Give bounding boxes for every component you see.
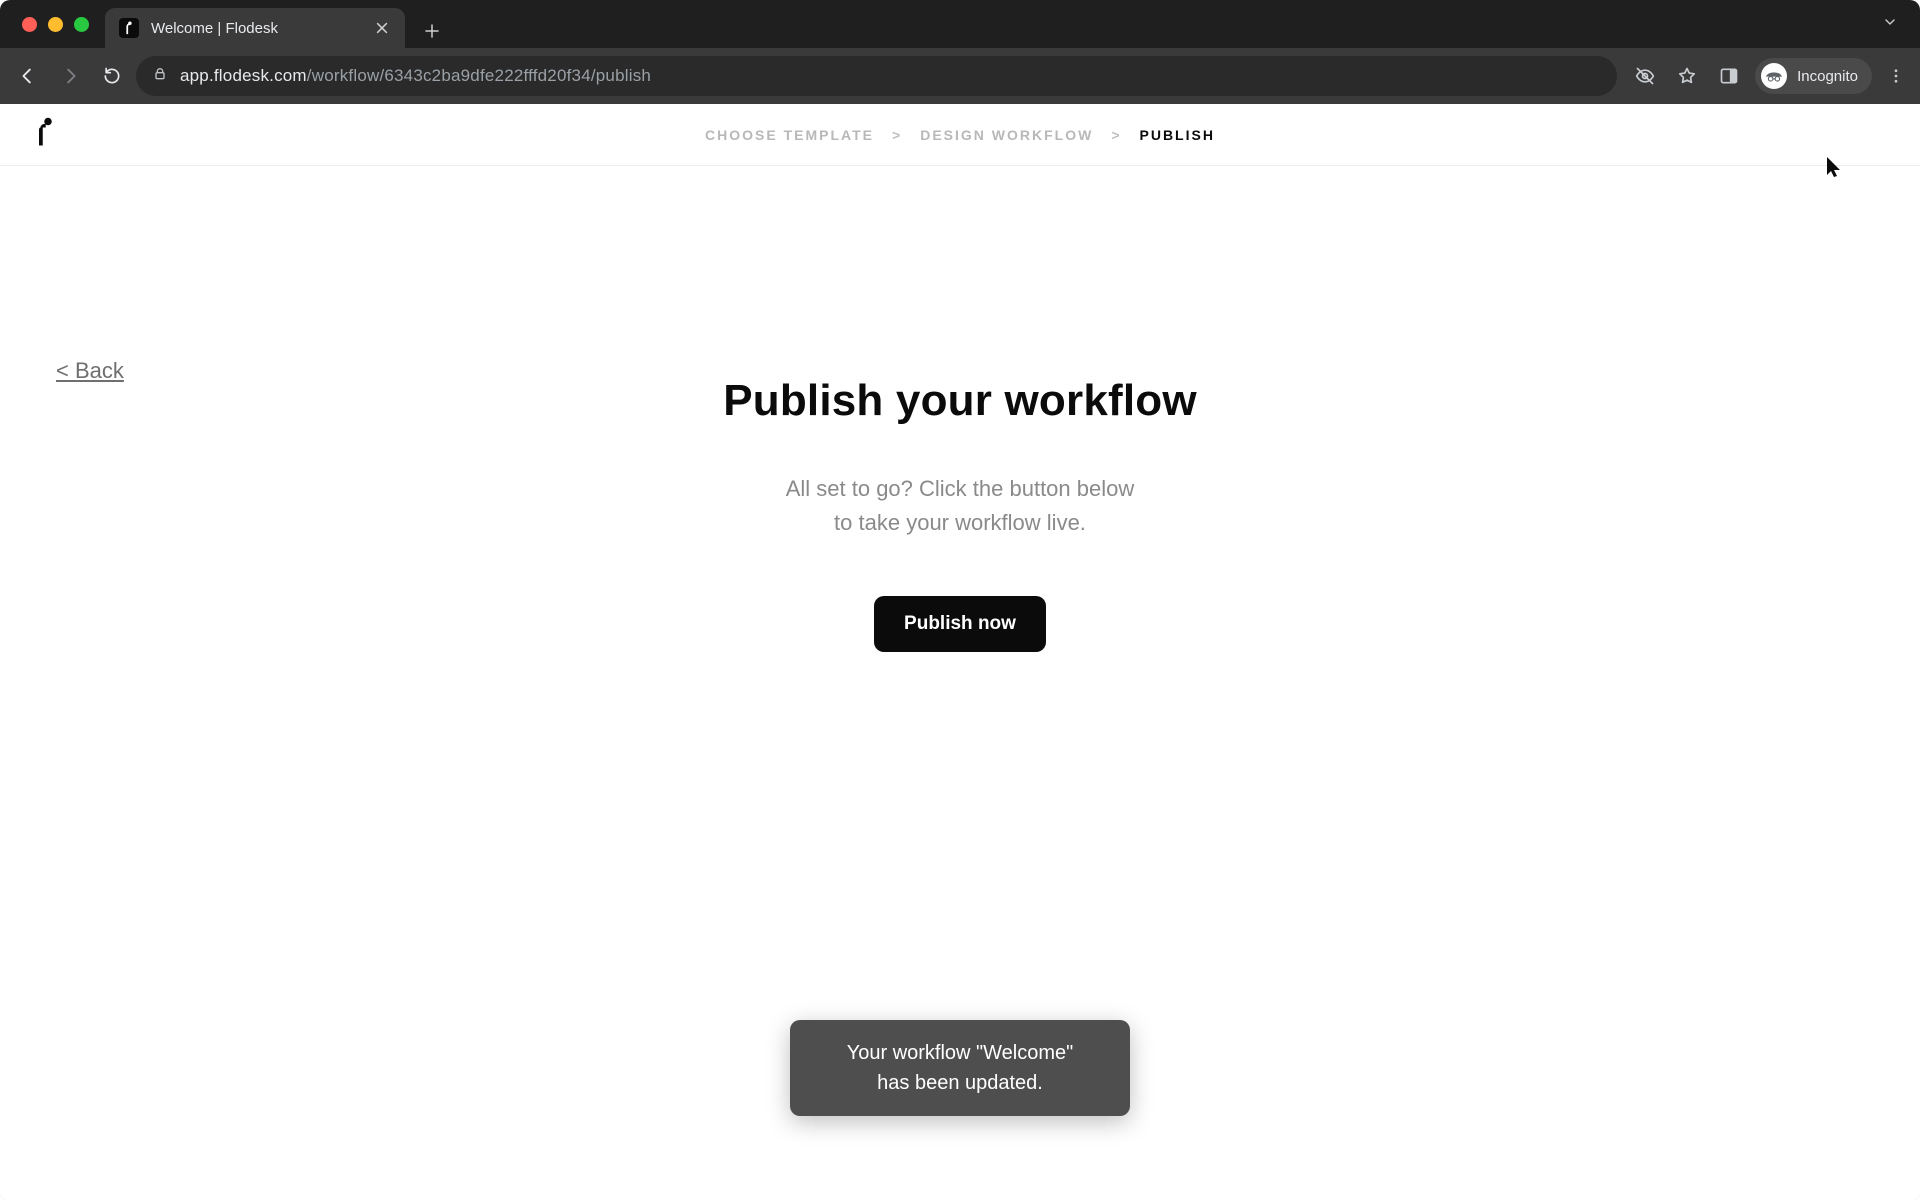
reload-icon	[102, 66, 122, 86]
star-icon	[1677, 66, 1697, 86]
kebab-icon	[1887, 67, 1905, 85]
brand-logo[interactable]	[36, 116, 54, 153]
new-tab-button[interactable]	[415, 14, 449, 48]
incognito-label: Incognito	[1797, 68, 1858, 85]
publish-now-button[interactable]: Publish now	[874, 596, 1046, 652]
toast: Your workflow "Welcome" has been updated…	[790, 1020, 1130, 1116]
tabs: Welcome | Flodesk	[105, 0, 1882, 48]
step-publish[interactable]: PUBLISH	[1140, 127, 1215, 143]
browser-menu-button[interactable]	[1882, 58, 1910, 94]
browser-tab[interactable]: Welcome | Flodesk	[105, 8, 405, 48]
tab-title: Welcome | Flodesk	[151, 20, 361, 37]
page-subtitle: All set to go? Click the button below to…	[723, 472, 1197, 540]
eye-off-icon	[1635, 66, 1655, 86]
address-url: app.flodesk.com/workflow/6343c2ba9dfe222…	[180, 66, 651, 86]
tab-close-button[interactable]	[373, 19, 391, 37]
app-header: CHOOSE TEMPLATE > DESIGN WORKFLOW > PUBL…	[0, 104, 1920, 166]
flodesk-logo-icon	[36, 116, 54, 148]
nav-reload-button[interactable]	[94, 58, 130, 94]
incognito-avatar-icon	[1761, 63, 1787, 89]
address-url-path: /workflow/6343c2ba9dfe222fffd20f34/publi…	[307, 66, 651, 85]
plus-icon	[423, 22, 441, 40]
tabstrip: Welcome | Flodesk	[0, 0, 1920, 48]
back-link[interactable]: < Back	[56, 358, 124, 384]
subtitle-line-2: to take your workflow live.	[834, 510, 1086, 535]
close-icon	[375, 21, 389, 35]
arrow-right-icon	[59, 65, 81, 87]
breadcrumb-separator-icon: >	[892, 127, 902, 143]
subtitle-line-1: All set to go? Click the button below	[786, 476, 1135, 501]
wizard-steps: CHOOSE TEMPLATE > DESIGN WORKFLOW > PUBL…	[705, 127, 1215, 143]
lock-icon	[152, 66, 168, 87]
bookmark-button[interactable]	[1671, 60, 1703, 92]
side-panel-button[interactable]	[1713, 60, 1745, 92]
flodesk-f-glyph-icon	[123, 21, 135, 35]
step-design-workflow[interactable]: DESIGN WORKFLOW	[920, 127, 1093, 143]
address-url-host: app.flodesk.com	[180, 66, 307, 85]
chevron-down-icon	[1882, 14, 1898, 30]
tabstrip-right	[1882, 14, 1912, 35]
nav-back-button[interactable]	[10, 58, 46, 94]
breadcrumb-separator-icon: >	[1111, 127, 1121, 143]
address-bar[interactable]: app.flodesk.com/workflow/6343c2ba9dfe222…	[136, 56, 1617, 96]
app: CHOOSE TEMPLATE > DESIGN WORKFLOW > PUBL…	[0, 104, 1920, 1200]
window-minimize-icon[interactable]	[48, 17, 63, 32]
page-title: Publish your workflow	[723, 376, 1197, 426]
window-close-icon[interactable]	[22, 17, 37, 32]
tracking-protection-button[interactable]	[1629, 60, 1661, 92]
tab-favicon-icon	[119, 18, 139, 38]
browser-chrome: Welcome | Flodesk	[0, 0, 1920, 104]
arrow-left-icon	[17, 65, 39, 87]
tabs-overflow-button[interactable]	[1882, 17, 1898, 34]
toolbar-right: Incognito	[1623, 58, 1910, 94]
panel-icon	[1719, 66, 1739, 86]
main-content: Publish your workflow All set to go? Cli…	[723, 376, 1197, 652]
step-choose-template[interactable]: CHOOSE TEMPLATE	[705, 127, 874, 143]
window-maximize-icon[interactable]	[74, 17, 89, 32]
nav-forward-button[interactable]	[52, 58, 88, 94]
incognito-chip[interactable]: Incognito	[1755, 58, 1872, 94]
toast-line-1: Your workflow "Welcome"	[847, 1042, 1074, 1064]
browser-toolbar: app.flodesk.com/workflow/6343c2ba9dfe222…	[0, 48, 1920, 104]
window-controls	[8, 17, 105, 32]
toast-line-2: has been updated.	[877, 1072, 1043, 1094]
